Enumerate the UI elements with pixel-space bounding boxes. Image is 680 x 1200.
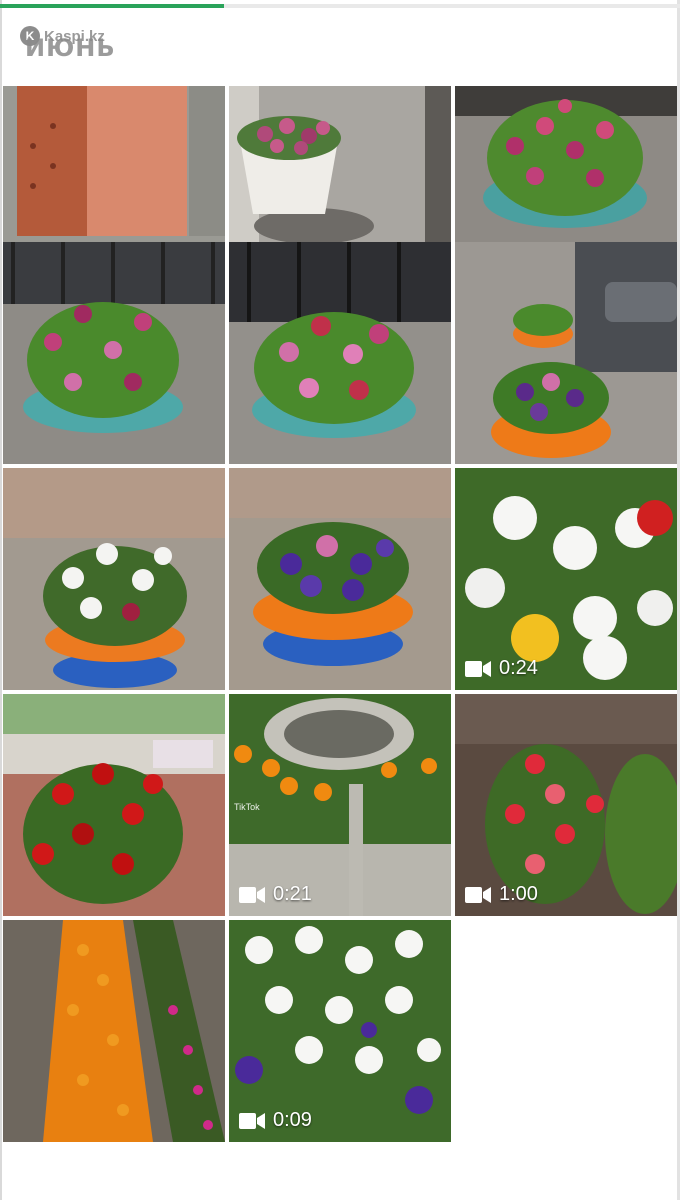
- media-tile-8[interactable]: [229, 468, 451, 690]
- media-tile-7[interactable]: [3, 468, 225, 690]
- tiktok-watermark: TikTok: [234, 802, 260, 812]
- story-progress-track: [0, 4, 680, 8]
- video-indicator: 1:00: [465, 883, 538, 906]
- story-progress-fill: [0, 4, 225, 8]
- media-tile-4[interactable]: [3, 242, 225, 464]
- media-tile-14[interactable]: 0:09: [229, 920, 451, 1142]
- media-tile-13[interactable]: [3, 920, 225, 1142]
- photo-orange-tire-planters: [455, 242, 677, 464]
- photo-white-petunias-tire: [3, 468, 225, 690]
- video-camera-icon: [239, 886, 265, 903]
- media-tile-9[interactable]: 0:24: [455, 468, 677, 690]
- media-tile-11[interactable]: TikTok 0:21: [229, 694, 451, 916]
- photo-purple-petunias-tire: [229, 468, 451, 690]
- video-duration: 0:09: [273, 1109, 312, 1131]
- video-indicator: 0:24: [465, 657, 538, 680]
- photo-tire-planter-pink-petunias: [3, 242, 225, 464]
- media-tile-5[interactable]: [229, 242, 451, 464]
- video-duration: 0:24: [499, 657, 538, 679]
- video-camera-icon: [465, 886, 491, 903]
- video-indicator: 0:21: [239, 883, 312, 906]
- video-camera-icon: [465, 660, 491, 677]
- video-camera-icon: [239, 1112, 265, 1129]
- media-tile-10[interactable]: [3, 694, 225, 916]
- media-tile-6[interactable]: [455, 242, 677, 464]
- video-duration: 0:21: [273, 883, 312, 905]
- video-duration: 1:00: [499, 883, 538, 905]
- photo-red-petunias-planter: [3, 694, 225, 916]
- left-border: [0, 0, 2, 1200]
- photo-tire-planter-fence: [229, 242, 451, 464]
- month-heading: ИЮНЬ: [25, 34, 116, 62]
- photo-marigold-flowerbed: [3, 920, 225, 1142]
- media-tile-12[interactable]: 1:00: [455, 694, 677, 916]
- video-indicator: 0:09: [239, 1109, 312, 1132]
